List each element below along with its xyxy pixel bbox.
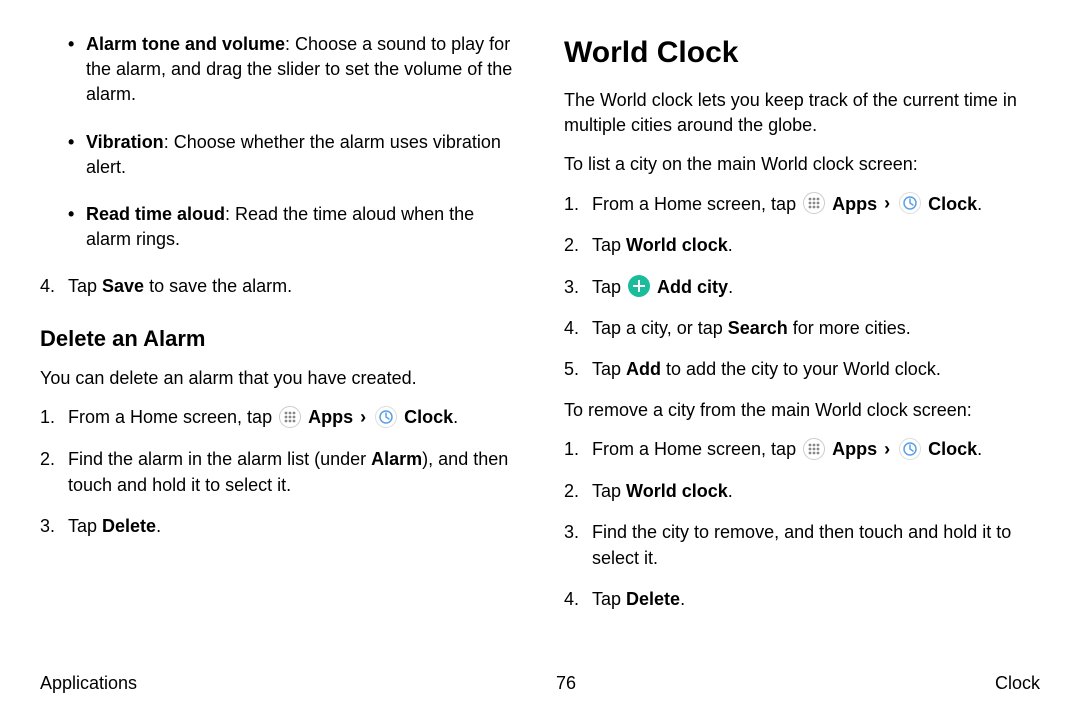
alarm-label: Alarm xyxy=(371,449,422,469)
clock-icon xyxy=(899,192,921,214)
text: Tap xyxy=(592,277,626,297)
save-label: Save xyxy=(102,276,144,296)
footer-section: Applications xyxy=(40,671,137,696)
delete-alarm-heading: Delete an Alarm xyxy=(40,324,516,355)
world-clock-label: World clock xyxy=(626,235,728,255)
clock-icon xyxy=(375,406,397,428)
apps-label: Apps xyxy=(832,194,877,214)
list-step-3: Tap Add city. xyxy=(592,275,1040,300)
remove-city-steps: From a Home screen, tap Apps › Clock. Ta… xyxy=(564,437,1040,612)
alarm-save-steps: Tap Save to save the alarm. xyxy=(40,274,516,299)
period: . xyxy=(453,407,458,427)
right-column: World Clock The World clock lets you kee… xyxy=(564,32,1040,628)
list-step-4: Tap a city, or tap Search for more citie… xyxy=(592,316,1040,341)
text: From a Home screen, tap xyxy=(68,407,277,427)
add-city-label: Add city xyxy=(657,277,728,297)
delete-label: Delete xyxy=(626,589,680,609)
apps-icon xyxy=(279,406,301,428)
world-clock-label: World clock xyxy=(626,481,728,501)
text: Tap xyxy=(592,235,626,255)
left-column: Alarm tone and volume: Choose a sound to… xyxy=(40,32,516,628)
chevron-right-icon: › xyxy=(884,191,890,216)
text: to save the alarm. xyxy=(144,276,292,296)
text: Tap xyxy=(592,589,626,609)
text: to add the city to your World clock. xyxy=(661,359,941,379)
period: . xyxy=(977,439,982,459)
list-city-intro: To list a city on the main World clock s… xyxy=(564,152,1040,177)
apps-label: Apps xyxy=(832,439,877,459)
text: . xyxy=(680,589,685,609)
chevron-right-icon: › xyxy=(884,437,890,462)
text: Tap xyxy=(68,276,102,296)
list-step-2: Tap World clock. xyxy=(592,233,1040,258)
delete-step-3: Tap Delete. xyxy=(68,514,516,539)
delete-step-1: From a Home screen, tap Apps › Clock. xyxy=(68,405,516,431)
bullet-vibration: Vibration: Choose whether the alarm uses… xyxy=(86,130,516,180)
plus-icon xyxy=(628,275,650,297)
text: Tap a city, or tap xyxy=(592,318,728,338)
page-columns: Alarm tone and volume: Choose a sound to… xyxy=(40,32,1040,628)
add-label: Add xyxy=(626,359,661,379)
delete-alarm-steps: From a Home screen, tap Apps › Clock. Fi… xyxy=(40,405,516,538)
text: . xyxy=(728,481,733,501)
text: From a Home screen, tap xyxy=(592,194,801,214)
step-save: Tap Save to save the alarm. xyxy=(68,274,516,299)
text: Find the city to remove, and then touch … xyxy=(592,522,1011,567)
text: for more cities. xyxy=(788,318,911,338)
apps-icon xyxy=(803,192,825,214)
clock-label: Clock xyxy=(928,194,977,214)
clock-label: Clock xyxy=(928,439,977,459)
bullet-lead: Read time aloud xyxy=(86,204,225,224)
text: . xyxy=(728,277,733,297)
apps-label: Apps xyxy=(308,407,353,427)
bullet-read-aloud: Read time aloud: Read the time aloud whe… xyxy=(86,202,516,252)
world-clock-heading: World Clock xyxy=(564,32,1040,74)
bullet-lead: Vibration xyxy=(86,132,164,152)
period: . xyxy=(977,194,982,214)
delete-alarm-intro: You can delete an alarm that you have cr… xyxy=(40,366,516,391)
clock-label: Clock xyxy=(404,407,453,427)
footer-topic: Clock xyxy=(995,671,1040,696)
text: Tap xyxy=(68,516,102,536)
clock-icon xyxy=(899,438,921,460)
text: Find the alarm in the alarm list (under xyxy=(68,449,371,469)
alarm-options-bullets: Alarm tone and volume: Choose a sound to… xyxy=(40,32,516,252)
apps-icon xyxy=(803,438,825,460)
bullet-alarm-tone: Alarm tone and volume: Choose a sound to… xyxy=(86,32,516,108)
text: Tap xyxy=(592,481,626,501)
list-step-5: Tap Add to add the city to your World cl… xyxy=(592,357,1040,382)
delete-step-2: Find the alarm in the alarm list (under … xyxy=(68,447,516,497)
text: Tap xyxy=(592,359,626,379)
remove-step-2: Tap World clock. xyxy=(592,479,1040,504)
remove-step-4: Tap Delete. xyxy=(592,587,1040,612)
remove-city-intro: To remove a city from the main World clo… xyxy=(564,398,1040,423)
page-footer: Applications 76 Clock xyxy=(40,671,1040,696)
chevron-right-icon: › xyxy=(360,405,366,430)
text: . xyxy=(156,516,161,536)
world-clock-intro: The World clock lets you keep track of t… xyxy=(564,88,1040,138)
search-label: Search xyxy=(728,318,788,338)
list-step-1: From a Home screen, tap Apps › Clock. xyxy=(592,192,1040,218)
remove-step-3: Find the city to remove, and then touch … xyxy=(592,520,1040,570)
list-city-steps: From a Home screen, tap Apps › Clock. Ta… xyxy=(564,192,1040,383)
footer-page-number: 76 xyxy=(556,671,576,696)
bullet-lead: Alarm tone and volume xyxy=(86,34,285,54)
delete-label: Delete xyxy=(102,516,156,536)
text: From a Home screen, tap xyxy=(592,439,801,459)
remove-step-1: From a Home screen, tap Apps › Clock. xyxy=(592,437,1040,463)
text: . xyxy=(728,235,733,255)
